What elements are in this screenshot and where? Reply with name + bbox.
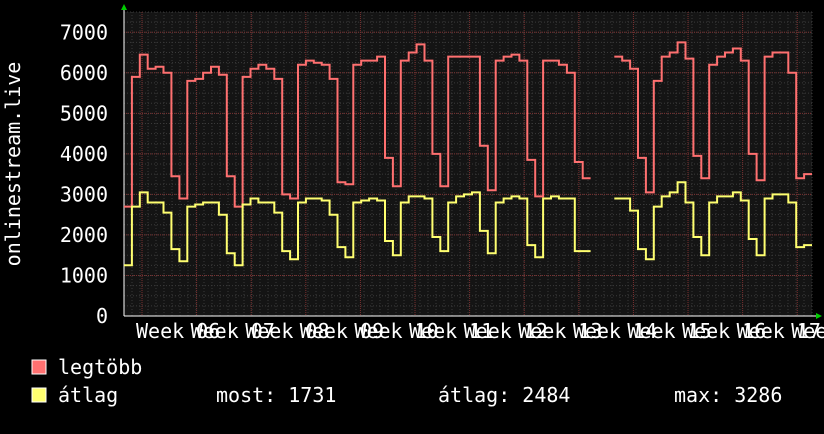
legend-swatch-max [31, 359, 47, 375]
y-tick-label: 7000 [60, 20, 108, 44]
legend-stat-avg: átlag: 2484 [438, 383, 570, 407]
y-axis-arrow [121, 4, 127, 10]
legend-label-avg: átlag [58, 383, 118, 407]
y-tick-label: 1000 [60, 263, 108, 287]
y-tick-label: 2000 [60, 223, 108, 247]
y-tick-label: 0 [96, 304, 108, 328]
legend-stat-now: most: 1731 [216, 383, 336, 407]
chart-area: 0 1000 2000 3000 4000 5000 6000 7000 Week 06 Week… [0, 0, 824, 430]
x-tick-label: Week 18 [791, 319, 824, 343]
y-axis-label: onlinestream.live [1, 62, 25, 267]
legend-stat-max: max: 3286 [674, 383, 782, 407]
y-tick-label: 6000 [60, 61, 108, 85]
chart-svg: 01000200030004000500060007000Week 06Week… [1, 4, 824, 407]
legend-label-max: legtöbb [58, 355, 142, 379]
y-tick-label: 4000 [60, 142, 108, 166]
y-tick-label: 5000 [60, 101, 108, 125]
y-tick-label: 3000 [60, 182, 108, 206]
legend-swatch-avg [31, 387, 47, 403]
